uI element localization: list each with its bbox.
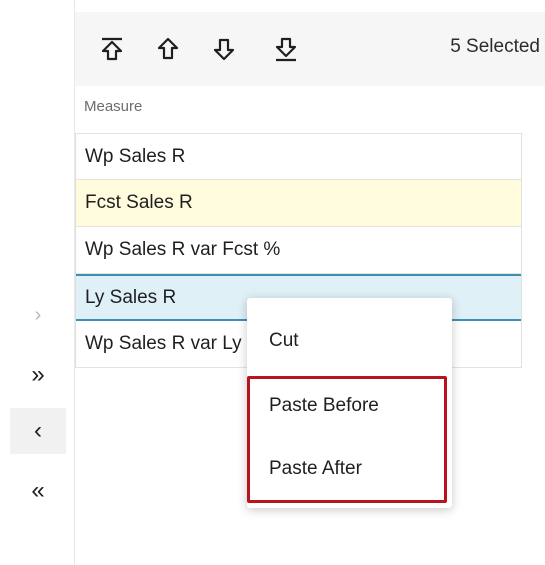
double-chevron-right-icon[interactable]: » [10, 352, 66, 398]
chevron-left-icon[interactable]: ‹ [10, 408, 66, 454]
menu-item-paste-after[interactable]: Paste After [269, 458, 362, 480]
menu-item-cut[interactable]: Cut [269, 330, 299, 352]
list-item[interactable]: Wp Sales R [76, 133, 521, 180]
menu-item-paste-before[interactable]: Paste Before [269, 395, 379, 417]
list-item[interactable]: Fcst Sales R [76, 180, 521, 227]
context-menu: Cut Paste Before Paste After [247, 298, 452, 508]
chevron-right-icon[interactable]: › [10, 292, 66, 338]
move-to-top-icon[interactable] [97, 34, 127, 64]
column-header-measure: Measure [84, 98, 143, 115]
reorder-toolbar: 5 Selected [75, 12, 545, 86]
list-item[interactable]: Wp Sales R var Fcst % [76, 227, 521, 274]
selected-count: 5 Selected [450, 36, 540, 57]
left-rail: › » ‹ « [0, 0, 75, 565]
move-down-icon[interactable] [209, 34, 239, 64]
measure-reorder-panel: › » ‹ « 5 Selected Measure Wp Sales R Fc… [0, 0, 545, 565]
double-chevron-left-icon[interactable]: « [10, 468, 66, 514]
move-up-icon[interactable] [153, 34, 183, 64]
move-to-bottom-icon[interactable] [271, 34, 301, 64]
